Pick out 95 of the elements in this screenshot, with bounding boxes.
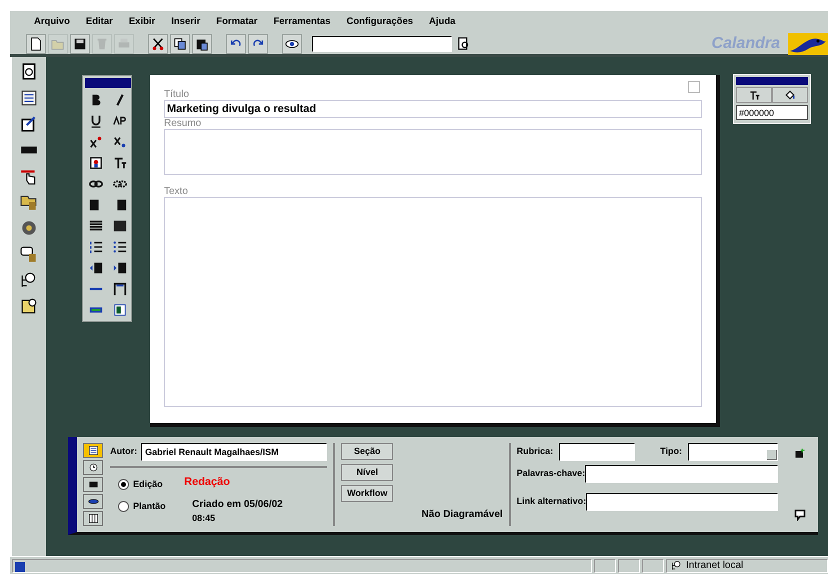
clock-icon (88, 462, 98, 473)
type-dropdown[interactable] (688, 443, 778, 461)
caret-icon (767, 450, 777, 460)
cut-button[interactable] (148, 34, 168, 54)
indent-icon (113, 260, 127, 274)
find-icon (457, 36, 471, 50)
columns-icon (88, 513, 98, 524)
menu-item[interactable]: Exibir (128, 14, 156, 30)
title-field[interactable]: Marketing divulga o resultad (164, 100, 702, 118)
rubric-field[interactable] (559, 443, 636, 461)
panel-tab[interactable] (83, 460, 103, 475)
workflow-button[interactable]: Workflow (341, 485, 394, 502)
numbered-list-icon (89, 240, 103, 254)
text-field[interactable] (164, 197, 702, 407)
note-icon (20, 297, 38, 315)
fill-color-button[interactable] (772, 87, 808, 103)
font-size-icon (113, 156, 127, 170)
cell-image-icon (113, 302, 127, 316)
chat-icon (20, 245, 38, 263)
outdent-icon (89, 260, 103, 274)
copy-icon (173, 36, 187, 50)
field-label: Rubrica: (516, 445, 554, 458)
comment-icon (794, 509, 806, 521)
menu-item[interactable]: Ajuda (429, 14, 456, 30)
film-icon (88, 479, 98, 490)
save-button[interactable] (70, 34, 90, 54)
paint-bucket-icon (784, 89, 796, 101)
text-color-button[interactable] (736, 87, 772, 103)
copy-button[interactable] (170, 34, 190, 54)
status-bar-panel (618, 558, 640, 572)
undo-button[interactable] (226, 34, 246, 54)
color-field[interactable]: #000000 (736, 105, 808, 120)
keywords-field[interactable] (585, 465, 778, 483)
cut-icon (151, 36, 165, 50)
menu-item[interactable]: Formatar (216, 14, 258, 30)
created-date: Criado em 05/06/02 (192, 498, 283, 512)
field-label: Tipo: (660, 445, 682, 458)
panel-tab[interactable] (83, 494, 103, 509)
redo-button[interactable] (248, 34, 268, 54)
spellcheck-icon (113, 114, 127, 128)
font-size-icon (748, 90, 760, 100)
app-logo: Calandra (712, 34, 780, 54)
eye-button[interactable] (282, 34, 302, 54)
menu-item[interactable]: Ferramentas (273, 14, 330, 30)
search-field[interactable] (312, 36, 452, 52)
new-file-button[interactable] (26, 34, 46, 54)
folder-icon (20, 193, 38, 211)
save-icon (73, 36, 87, 50)
new-file-icon (29, 36, 43, 50)
radio-option[interactable]: Plantão (118, 500, 182, 513)
menu-item[interactable]: Inserir (171, 14, 200, 30)
justify-icon (89, 218, 103, 232)
form-icon (20, 89, 38, 107)
panel-tab[interactable] (83, 511, 103, 526)
status-bar-panel (642, 558, 664, 572)
gear-icon (20, 219, 38, 237)
zone-label: Intranet local (686, 559, 744, 573)
underline-icon (89, 114, 103, 128)
new-window-icon (794, 448, 806, 460)
menu-item[interactable]: Editar (86, 14, 113, 30)
summary-field[interactable] (164, 129, 702, 175)
field-label: Link alternativo: (516, 495, 586, 508)
workflow-button[interactable]: Nível (341, 464, 394, 481)
field-label: Resumo (164, 118, 202, 129)
block-icon (113, 218, 127, 232)
stage-label: Redação (184, 475, 231, 490)
menu-item[interactable]: Configurações (346, 14, 414, 30)
field-label: Texto (164, 186, 189, 197)
field-label: Título (164, 89, 190, 100)
frame-icon (113, 282, 127, 296)
form-icon (88, 445, 98, 456)
printer-icon (117, 36, 131, 50)
field-label: Palavras-chave: (516, 467, 586, 480)
menu-item[interactable]: Arquivo (34, 14, 70, 30)
subscript-icon (113, 134, 127, 148)
workflow-button[interactable]: Seção (341, 443, 394, 460)
panel-tab[interactable] (83, 477, 103, 492)
radio-option[interactable]: Edição (118, 478, 182, 492)
paste-button[interactable] (192, 34, 212, 54)
author-field[interactable]: Gabriel Renault Magalhaes/ISM (141, 443, 328, 461)
created-time: 08:45 (192, 512, 216, 524)
field-label: Autor: (110, 445, 138, 458)
layout-status: Não Diagramável (422, 508, 503, 522)
superscript-icon (89, 134, 103, 148)
status-bar-panel (594, 558, 616, 572)
link-field[interactable] (586, 493, 778, 511)
page-icon (15, 562, 25, 572)
page-icon (20, 63, 38, 81)
disk-icon (88, 496, 98, 507)
paste-icon (195, 36, 209, 50)
bird-logo-icon (788, 32, 828, 54)
image-icon (89, 156, 103, 170)
trash-icon (95, 36, 109, 50)
panel-tab[interactable] (83, 443, 103, 458)
bullet-list-icon (113, 240, 127, 254)
